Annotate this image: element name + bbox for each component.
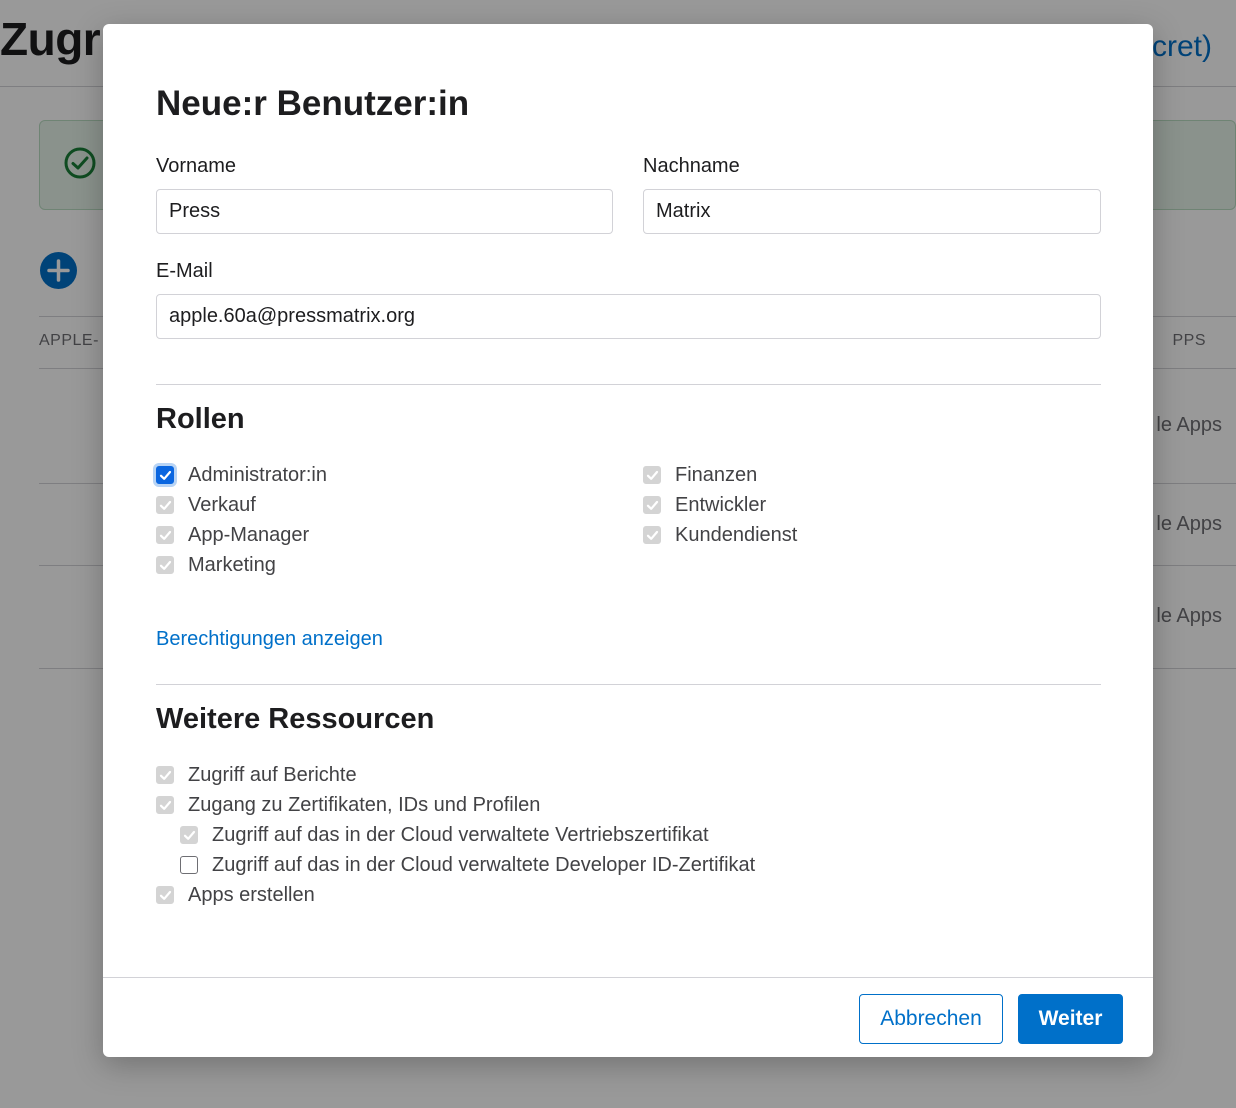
- checkmark-icon: [159, 470, 171, 480]
- role-checkbox-marketing: Marketing: [156, 550, 276, 580]
- checkbox-unchecked[interactable]: [180, 856, 198, 874]
- checkmark-icon: [646, 500, 658, 510]
- role-checkbox-app-manager: App-Manager: [156, 520, 309, 550]
- footer-divider: [103, 977, 1153, 978]
- next-button[interactable]: Weiter: [1018, 994, 1123, 1044]
- resource-checkbox-certificates: Zugang zu Zertifikaten, IDs und Profilen: [156, 790, 540, 820]
- checkbox-checked-disabled: [643, 496, 661, 514]
- resource-checkbox-create-apps: Apps erstellen: [156, 880, 315, 910]
- role-checkbox-administrator[interactable]: Administrator:in: [156, 460, 327, 490]
- checkmark-icon: [159, 890, 171, 900]
- section-divider: [156, 384, 1101, 385]
- last-name-input[interactable]: [643, 189, 1101, 234]
- role-label: Finanzen: [675, 463, 758, 486]
- checkmark-icon: [159, 800, 171, 810]
- resource-checkbox-distribution-cert: Zugriff auf das in der Cloud verwaltete …: [180, 820, 709, 850]
- checkbox-checked-disabled: [156, 796, 174, 814]
- role-label: Kundendienst: [675, 523, 798, 546]
- checkmark-icon: [159, 500, 171, 510]
- resource-label: Zugang zu Zertifikaten, IDs und Profilen: [188, 793, 541, 816]
- new-user-dialog: Neue:r Benutzer:in Vorname Nachname E-Ma…: [103, 24, 1153, 1057]
- email-label: E-Mail: [156, 260, 213, 282]
- checkbox-checked-disabled: [156, 496, 174, 514]
- checkmark-icon: [159, 770, 171, 780]
- role-checkbox-customer-support: Kundendienst: [643, 520, 797, 550]
- checkmark-icon: [183, 830, 195, 840]
- checkbox-checked-disabled: [156, 886, 174, 904]
- checkbox-checked-disabled: [156, 526, 174, 544]
- last-name-label: Nachname: [643, 155, 740, 177]
- first-name-input[interactable]: [156, 189, 613, 234]
- dialog-title: Neue:r Benutzer:in: [156, 84, 470, 123]
- checkbox-checked-disabled: [643, 466, 661, 484]
- roles-heading: Rollen: [156, 403, 245, 435]
- role-checkbox-sales: Verkauf: [156, 490, 256, 520]
- resource-label: Apps erstellen: [188, 883, 315, 906]
- first-name-label: Vorname: [156, 155, 237, 177]
- checkmark-icon: [646, 530, 658, 540]
- role-checkbox-finance: Finanzen: [643, 460, 757, 490]
- role-label: Administrator:in: [188, 463, 327, 486]
- checkbox-checked[interactable]: [156, 466, 174, 484]
- section-divider: [156, 684, 1101, 685]
- checkbox-checked-disabled: [643, 526, 661, 544]
- role-label: Entwickler: [675, 493, 767, 516]
- role-label: Marketing: [188, 553, 276, 576]
- checkbox-checked-disabled: [156, 766, 174, 784]
- role-checkbox-developer: Entwickler: [643, 490, 766, 520]
- checkbox-checked-disabled: [180, 826, 198, 844]
- role-label: App-Manager: [188, 523, 310, 546]
- show-permissions-link[interactable]: Berechtigungen anzeigen: [156, 628, 383, 651]
- checkmark-icon: [646, 470, 658, 480]
- resource-label: Zugriff auf Berichte: [188, 763, 357, 786]
- role-label: Verkauf: [188, 493, 256, 516]
- resource-checkbox-reports: Zugriff auf Berichte: [156, 760, 357, 790]
- resource-checkbox-developer-id-cert[interactable]: Zugriff auf das in der Cloud verwaltete …: [180, 850, 755, 880]
- resource-label: Zugriff auf das in der Cloud verwaltete …: [212, 853, 756, 876]
- cancel-button[interactable]: Abbrechen: [859, 994, 1003, 1044]
- checkmark-icon: [159, 560, 171, 570]
- checkbox-checked-disabled: [156, 556, 174, 574]
- resource-label: Zugriff auf das in der Cloud verwaltete …: [212, 823, 709, 846]
- checkmark-icon: [159, 530, 171, 540]
- resources-heading: Weitere Ressourcen: [156, 703, 435, 735]
- email-input[interactable]: [156, 294, 1101, 339]
